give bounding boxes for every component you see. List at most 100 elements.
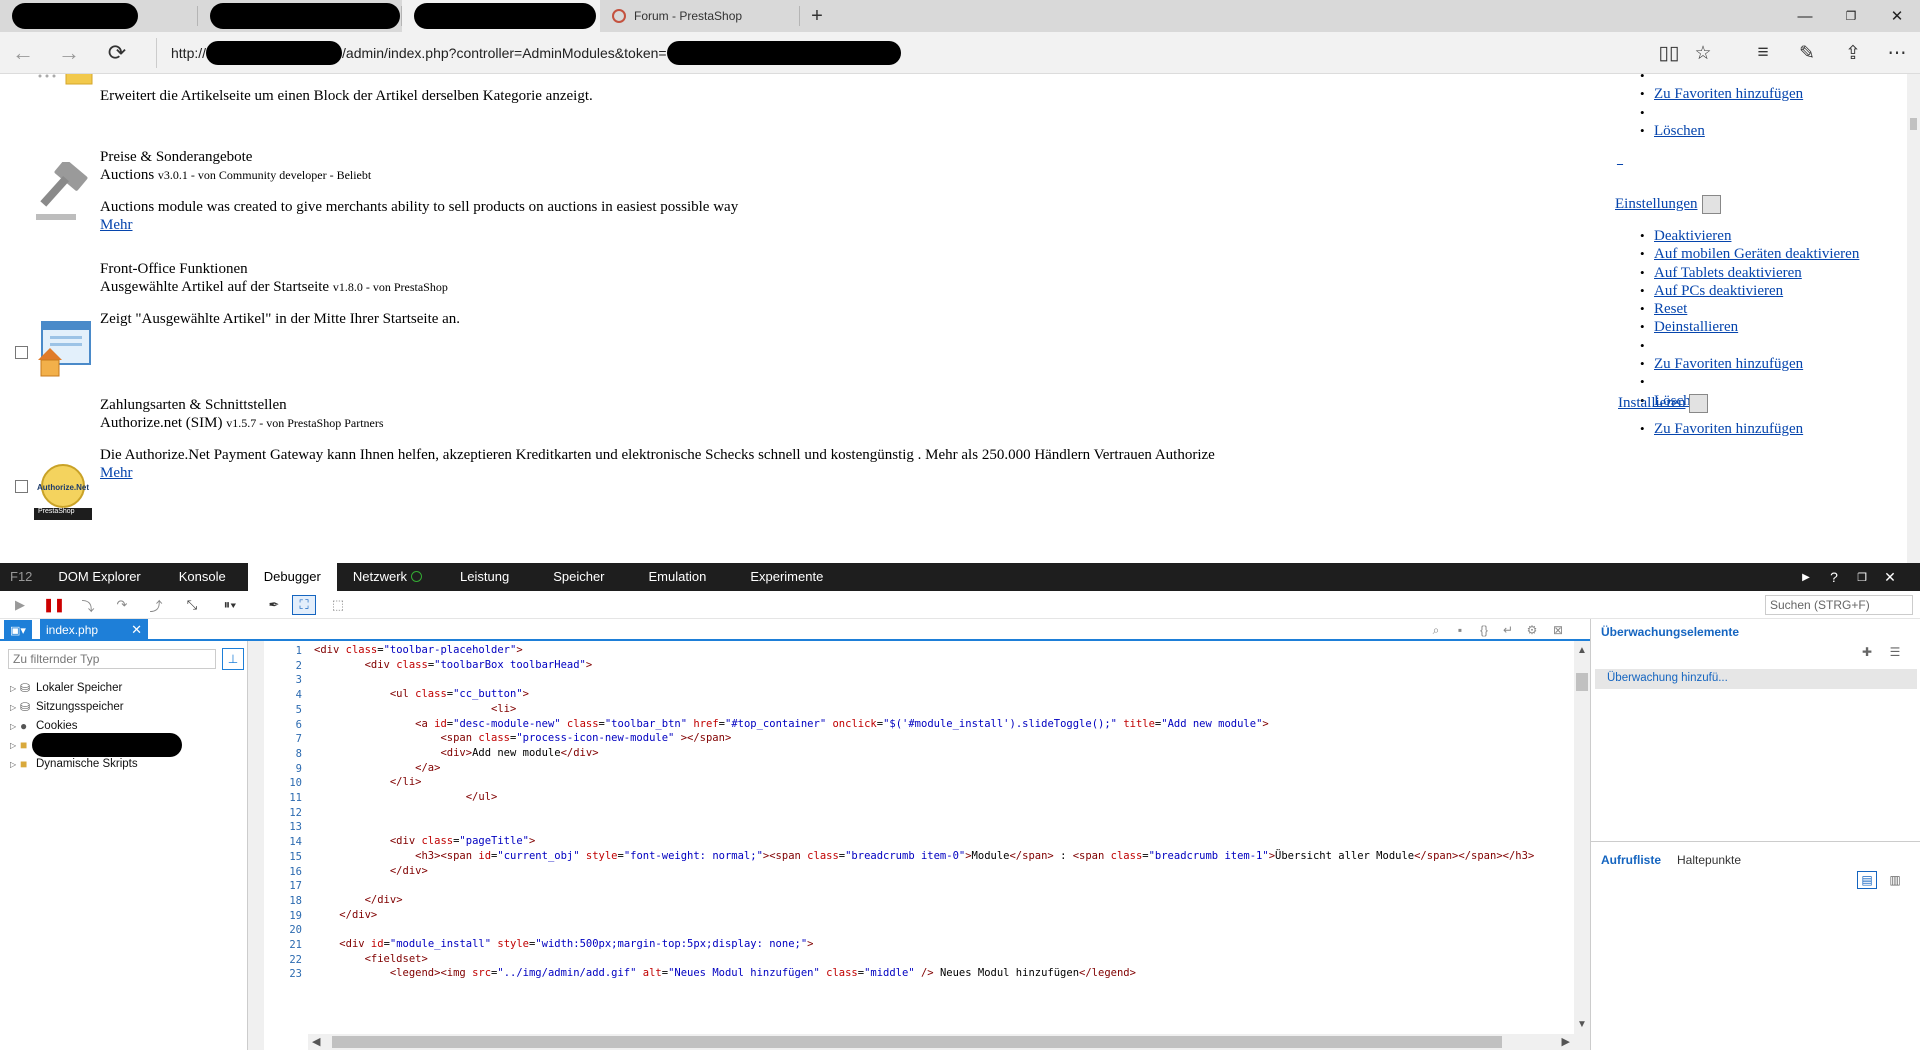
undock-icon[interactable]: ❐ xyxy=(1848,563,1876,591)
code-editor[interactable]: 1 2 3 4 5 6 7 8 9 10 11 12 13 14 15 16 17 18 19 20 21 22 23 <d… xyxy=(248,641,1590,1050)
module-checkbox[interactable] xyxy=(15,480,28,493)
action-item[interactable]: Zu Favoriten hinzufügen xyxy=(1612,355,1859,374)
line-number[interactable]: 14 xyxy=(289,836,302,848)
action-item[interactable]: Reset xyxy=(1612,300,1859,319)
dropdown-toggle-box[interactable] xyxy=(1689,394,1709,413)
step-out-icon[interactable]: ⤴ xyxy=(144,595,168,615)
expand-arrow-icon[interactable]: ▷ xyxy=(10,703,20,712)
reset-link[interactable]: Reset xyxy=(1654,301,1687,317)
line-number-gutter[interactable]: 1 2 3 4 5 6 7 8 9 10 11 12 13 14 15 16 17 18 19 20 21 22 23 xyxy=(248,641,308,1050)
browser-tab-active[interactable] xyxy=(402,0,600,32)
deactivate-pcs-link[interactable]: Auf PCs deaktivieren xyxy=(1654,283,1783,299)
browser-tab[interactable] xyxy=(0,0,198,32)
tab-performance[interactable]: Leistung xyxy=(438,563,531,591)
install-dropdown[interactable]: Installieren xyxy=(1618,394,1709,413)
find-icon[interactable]: ⌕ xyxy=(1426,621,1446,639)
line-number[interactable]: 10 xyxy=(289,777,302,789)
code-line[interactable]: </div> xyxy=(314,862,428,880)
tree-item-redacted[interactable]: ▷ ■ xyxy=(10,733,182,757)
scrollbar-thumb[interactable] xyxy=(332,1036,1502,1048)
line-number[interactable]: 16 xyxy=(289,866,302,878)
word-wrap-icon[interactable]: ↵ xyxy=(1498,621,1518,639)
tree-item-session-storage[interactable]: ▷ ⛁ Sitzungsspeicher xyxy=(10,698,124,716)
tab-emulation[interactable]: Emulation xyxy=(627,563,729,591)
action-item[interactable]: Auf PCs deaktivieren xyxy=(1612,282,1859,301)
tab-debugger[interactable]: Debugger xyxy=(247,563,337,591)
forward-arrow-icon[interactable]: → xyxy=(52,37,86,69)
file-tab-index-php[interactable]: index.php ✕ xyxy=(40,619,148,641)
share-icon[interactable]: ⇪ xyxy=(1836,37,1870,69)
module-checkbox[interactable] xyxy=(15,346,28,359)
action-item[interactable]: Auf Tablets deaktivieren xyxy=(1612,264,1859,283)
code-line[interactable]: </ul> xyxy=(314,788,498,806)
break-on-new-worker-icon[interactable]: ⤡ xyxy=(180,595,204,615)
show-frames-icon[interactable]: ▤ xyxy=(1857,871,1877,889)
line-number[interactable]: 19 xyxy=(289,910,302,922)
expand-arrow-icon[interactable]: ▷ xyxy=(10,684,20,693)
tab-console[interactable]: Konsole xyxy=(157,563,248,591)
delete-link[interactable]: Löschen xyxy=(1654,123,1705,139)
line-number[interactable]: 11 xyxy=(289,792,302,804)
scrollbar-thumb[interactable] xyxy=(1910,118,1917,130)
action-item[interactable]: Deinstallieren xyxy=(1612,318,1859,337)
expand-arrow-icon[interactable]: ▷ xyxy=(10,760,20,769)
line-number[interactable]: 21 xyxy=(289,939,302,951)
expand-arrow-icon[interactable]: ▷ xyxy=(10,722,20,731)
exception-behavior-icon[interactable]: ⏸▾ xyxy=(218,595,242,615)
continue-icon[interactable]: ▶ xyxy=(8,595,32,615)
filter-input[interactable]: Zu filternder Typ xyxy=(8,649,216,669)
add-favorite-link[interactable]: Zu Favoriten hinzufügen xyxy=(1654,421,1803,437)
open-document-icon[interactable]: ▣▾ xyxy=(4,620,32,640)
tab-network[interactable]: Netzwerk xyxy=(337,563,438,591)
step-into-icon[interactable]: ⤵ xyxy=(76,595,100,615)
dropdown-toggle-box[interactable] xyxy=(1701,195,1721,214)
deactivate-mobile-link[interactable]: Auf mobilen Geräten deaktivieren xyxy=(1654,246,1859,262)
browser-tab-forum[interactable]: Forum - PrestaShop xyxy=(600,0,800,32)
add-favorite-link[interactable]: Zu Favoriten hinzufügen xyxy=(1654,86,1803,102)
tab-dom-explorer[interactable]: DOM Explorer xyxy=(42,563,156,591)
line-number[interactable]: 9 xyxy=(296,763,302,775)
refresh-icon[interactable]: ⟳ xyxy=(100,37,134,69)
line-number[interactable]: 12 xyxy=(289,807,302,819)
browser-tab[interactable] xyxy=(198,0,402,32)
tab-callstack[interactable]: Aufrufliste xyxy=(1601,853,1661,867)
help-icon[interactable]: ? xyxy=(1820,563,1848,591)
close-devtools-icon[interactable]: ✕ xyxy=(1876,563,1904,591)
action-item[interactable]: Auf mobilen Geräten deaktivieren xyxy=(1612,245,1859,264)
underscore-link[interactable]: _ xyxy=(1617,152,1623,167)
pin-icon[interactable]: ⊥ xyxy=(222,648,244,670)
break-icon[interactable]: ❚❚ xyxy=(42,595,66,615)
tab-breakpoints[interactable]: Haltepunkte xyxy=(1677,853,1741,867)
code-line[interactable]: <h3><span id="current_obj" style="font-w… xyxy=(314,847,1534,865)
line-number[interactable]: 4 xyxy=(296,689,302,701)
line-number[interactable]: 20 xyxy=(289,924,302,936)
scroll-up-icon[interactable]: ▲ xyxy=(1577,645,1587,656)
line-number[interactable]: 22 xyxy=(289,954,302,966)
line-number[interactable]: 2 xyxy=(296,660,302,672)
step-over-icon[interactable]: ↷ xyxy=(110,595,134,615)
scroll-right-icon[interactable]: ▶ xyxy=(1562,1035,1570,1048)
line-number[interactable]: 1 xyxy=(296,645,302,657)
scroll-down-icon[interactable]: ▼ xyxy=(1577,1019,1587,1030)
more-icon[interactable]: ⋯ xyxy=(1880,37,1914,69)
tab-experiments[interactable]: Experimente xyxy=(728,563,845,591)
more-link[interactable]: Mehr xyxy=(100,465,133,481)
settings-link[interactable]: Einstellungen xyxy=(1615,196,1698,213)
scrollbar-thumb[interactable] xyxy=(1576,673,1588,691)
pretty-print-icon[interactable]: {} xyxy=(1474,621,1494,639)
line-number[interactable]: 5 xyxy=(296,704,302,716)
page-scrollbar[interactable] xyxy=(1907,74,1920,563)
code-line[interactable]: <legend><img src="../img/admin/add.gif" … xyxy=(314,964,1136,982)
source-map-icon[interactable]: ⬚ xyxy=(326,595,350,615)
search-input[interactable]: Suchen (STRG+F) xyxy=(1765,595,1913,615)
line-number[interactable]: 15 xyxy=(289,851,302,863)
back-arrow-icon[interactable]: ← xyxy=(6,37,40,69)
expand-arrow-icon[interactable]: ▷ xyxy=(10,741,20,750)
settings-dropdown[interactable]: Einstellungen xyxy=(1615,195,1721,214)
deactivate-link[interactable]: Deaktivieren xyxy=(1654,228,1731,244)
line-number[interactable]: 18 xyxy=(289,895,302,907)
minimize-button[interactable]: — xyxy=(1782,0,1828,32)
line-number[interactable]: 3 xyxy=(296,674,302,686)
tree-item-local-storage[interactable]: ▷ ⛁ Lokaler Speicher xyxy=(10,679,122,697)
editor-vertical-scrollbar[interactable]: ▲ ▼ xyxy=(1574,641,1590,1050)
